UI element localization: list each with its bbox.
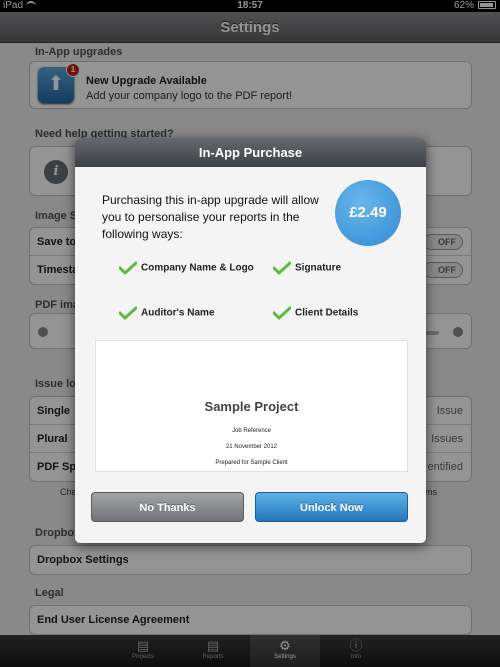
preview-job-reference: Job Reference [231,428,272,434]
price-badge: £2.49 [335,180,401,246]
feature-label: Client Details [295,307,359,319]
checkmark-icon [273,306,291,320]
feature-label: Signature [295,262,342,274]
feature-label: Company Name & Logo [141,262,254,274]
preview-date: 21 November 2012 [225,444,278,450]
feature-item: Client Details [273,306,358,321]
in-app-purchase-dialog: In-App Purchase Purchasing this in-app u… [75,138,426,543]
report-preview: Sample Project Job Reference 21 November… [95,340,408,472]
no-thanks-button[interactable]: No Thanks [91,492,244,522]
feature-item: Signature [273,261,341,276]
checkmark-icon [119,306,137,320]
feature-item: Auditor's Name [119,306,215,321]
dialog-description: Purchasing this in-app upgrade will allo… [102,193,319,241]
preview-prepared-for: Prepared for Sample Client [215,460,288,466]
preview-title: Sample Project [204,399,299,414]
dialog-title: In-App Purchase [75,138,426,167]
feature-label: Auditor's Name [141,307,215,319]
checkmark-icon [273,261,291,275]
checkmark-icon [119,261,137,275]
feature-item: Company Name & Logo [119,261,254,276]
unlock-now-button[interactable]: Unlock Now [255,492,408,522]
